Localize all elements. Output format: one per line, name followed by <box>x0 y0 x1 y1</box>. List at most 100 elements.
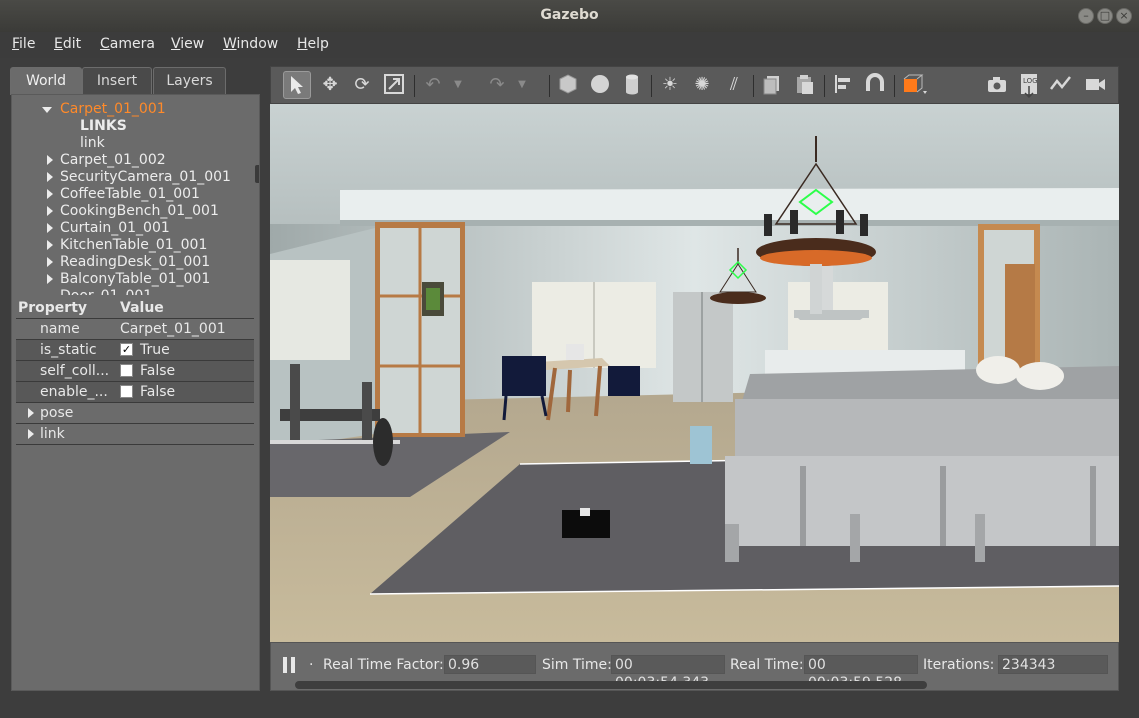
tree-item[interactable]: CoffeeTable_01_001 <box>60 186 200 203</box>
video-record-icon[interactable] <box>1081 71 1109 99</box>
tree-item[interactable]: Door_01_001 <box>60 288 152 295</box>
property-row-name: name Carpet_01_001 <box>16 319 254 340</box>
menu-camera[interactable]: Camera <box>100 36 155 52</box>
tree-item[interactable]: KitchenTable_01_001 <box>60 237 207 254</box>
pause-button[interactable] <box>281 655 297 675</box>
close-icon[interactable]: × <box>1116 8 1132 24</box>
3d-viewport[interactable] <box>270 104 1119 642</box>
toolbar-separator <box>824 75 825 97</box>
toolbar-separator <box>753 75 754 97</box>
toolbar-separator <box>414 75 415 97</box>
is-static-checkbox[interactable]: ✓ <box>120 343 133 356</box>
svg-text:LOG: LOG <box>1023 77 1038 85</box>
cylinder-icon[interactable] <box>618 71 646 99</box>
property-value: True <box>140 342 170 358</box>
collapse-arrow-icon[interactable] <box>47 257 53 267</box>
tree-item-links[interactable]: LINKS <box>80 118 127 135</box>
redo-dropdown-icon[interactable]: ▼ <box>515 71 529 99</box>
world-panel: Carpet_01_001 LINKS link Carpet_01_002 S… <box>11 94 260 691</box>
paste-icon[interactable] <box>790 71 818 99</box>
rtf-label: Real Time Factor: <box>323 657 444 673</box>
divider <box>16 444 254 445</box>
collapse-arrow-icon[interactable] <box>47 274 53 284</box>
copy-icon[interactable] <box>758 71 786 99</box>
property-key: enable_... <box>40 384 108 400</box>
title-bar: Gazebo – □ × <box>0 0 1139 32</box>
enable-wind-checkbox[interactable] <box>120 385 133 398</box>
real-time-value: 00 00:03:59.528 <box>804 655 918 691</box>
property-row-enable-wind: enable_... False <box>16 382 254 403</box>
scale-icon[interactable] <box>380 71 408 99</box>
menu-file[interactable]: File <box>12 36 35 52</box>
tree-item-selected[interactable]: Carpet_01_001 <box>60 101 166 118</box>
undo-icon[interactable]: ↶ <box>419 71 447 99</box>
tab-world[interactable]: World <box>10 67 82 95</box>
real-time-label: Real Time: <box>730 657 804 673</box>
status-scrollbar[interactable] <box>295 681 927 689</box>
value-column-header: Value <box>120 300 164 316</box>
tree-item[interactable]: ReadingDesk_01_001 <box>60 254 210 271</box>
property-column-header: Property <box>18 300 88 316</box>
point-light-icon[interactable]: ☀ <box>656 71 684 99</box>
screenshot-icon[interactable] <box>983 71 1011 99</box>
sim-time-value: 00 00:03:54.343 <box>611 655 725 691</box>
align-icon[interactable] <box>829 71 857 99</box>
model-tree: Carpet_01_001 LINKS link Carpet_01_002 S… <box>12 95 259 295</box>
collapse-arrow-icon[interactable] <box>47 223 53 233</box>
box-icon[interactable] <box>554 71 582 99</box>
menu-window[interactable]: Window <box>223 36 278 52</box>
property-header: Property Value <box>16 298 254 319</box>
menu-help[interactable]: Help <box>297 36 329 52</box>
maximize-icon[interactable]: □ <box>1097 8 1113 24</box>
self-collide-checkbox[interactable] <box>120 364 133 377</box>
spot-light-icon[interactable]: ✺ <box>688 71 716 99</box>
iterations-label: Iterations: <box>923 657 995 673</box>
window-title: Gazebo <box>540 7 599 23</box>
tree-item[interactable]: SecurityCamera_01_001 <box>60 169 231 186</box>
view-angle-icon[interactable] <box>899 71 927 99</box>
property-group-label: link <box>40 426 65 442</box>
collapse-arrow-icon[interactable] <box>47 189 53 199</box>
scene-render <box>270 104 1119 642</box>
property-key: self_coll... <box>40 363 110 379</box>
rotate-icon[interactable]: ⟳ <box>348 71 376 99</box>
collapse-arrow-icon[interactable] <box>47 206 53 216</box>
property-key: name <box>40 321 80 337</box>
tree-item[interactable]: Carpet_01_002 <box>60 152 166 169</box>
select-mode-icon[interactable] <box>283 71 311 99</box>
tree-item-link[interactable]: link <box>80 135 105 152</box>
tree-item[interactable]: BalconyTable_01_001 <box>60 271 210 288</box>
toolbar-separator <box>549 75 550 97</box>
property-value[interactable]: Carpet_01_001 <box>120 319 226 339</box>
collapse-arrow-icon[interactable] <box>47 155 53 165</box>
tree-item[interactable]: CookingBench_01_001 <box>60 203 219 220</box>
property-row-self-collide: self_coll... False <box>16 361 254 382</box>
rtf-value: 0.96 <box>444 655 536 674</box>
property-value: False <box>140 384 176 400</box>
snap-icon[interactable] <box>861 71 889 99</box>
tree-scrollbar[interactable] <box>255 165 259 183</box>
iterations-value: 234343 <box>998 655 1108 674</box>
undo-dropdown-icon[interactable]: ▼ <box>451 71 465 99</box>
gazebo-window: Gazebo – □ × File Edit Camera View Windo… <box>0 0 1139 718</box>
minimize-icon[interactable]: – <box>1078 8 1094 24</box>
property-group-pose[interactable]: pose <box>16 403 254 424</box>
tab-layers[interactable]: Layers <box>153 67 226 95</box>
property-value: False <box>140 363 176 379</box>
translate-icon[interactable]: ✥ <box>316 71 344 99</box>
expand-arrow-icon[interactable] <box>42 107 52 113</box>
collapse-arrow-icon[interactable] <box>47 172 53 182</box>
directional-light-icon[interactable]: ⫽ <box>720 71 748 99</box>
sphere-icon[interactable] <box>586 71 614 99</box>
tab-insert[interactable]: Insert <box>82 67 152 95</box>
property-row-is-static: is_static ✓ True <box>16 340 254 361</box>
plot-icon[interactable] <box>1047 71 1075 99</box>
menu-edit[interactable]: Edit <box>54 36 81 52</box>
log-icon[interactable]: LOG <box>1015 71 1043 99</box>
collapse-arrow-icon[interactable] <box>47 240 53 250</box>
redo-icon[interactable]: ↷ <box>483 71 511 99</box>
property-group-link[interactable]: link <box>16 424 254 445</box>
tree-item[interactable]: Curtain_01_001 <box>60 220 170 237</box>
menu-view[interactable]: View <box>171 36 204 52</box>
sim-time-label: Sim Time: <box>542 657 612 673</box>
